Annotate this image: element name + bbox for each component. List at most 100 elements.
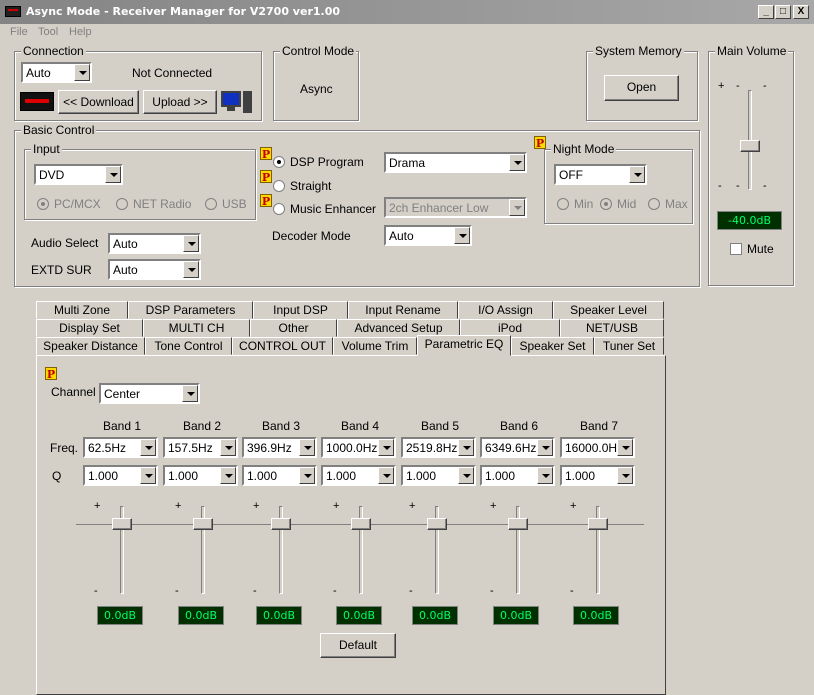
extd-sur-label: EXTD SUR — [31, 263, 92, 277]
band-q-select[interactable]: 1.000 — [163, 465, 238, 486]
band-gain-thumb[interactable] — [351, 518, 371, 530]
chevron-down-icon — [509, 199, 525, 216]
audio-select-label: Audio Select — [31, 236, 99, 250]
band-q-select[interactable]: 1.000 — [242, 465, 317, 486]
night-mode-group: Night Mode — [544, 142, 693, 224]
band-header: Band 3 — [262, 419, 301, 433]
band-freq-select[interactable]: 2519.8Hz — [401, 437, 476, 458]
night-mode-value: OFF — [559, 168, 583, 182]
chevron-down-icon — [454, 227, 470, 244]
tab-other[interactable]: Other — [250, 319, 337, 337]
band-q-select[interactable]: 1.000 — [560, 465, 635, 486]
tab-input-rename[interactable]: Input Rename — [348, 301, 458, 319]
dsp-program-value: Drama — [389, 156, 426, 170]
tab-tone-control[interactable]: Tone Control — [145, 337, 232, 355]
tab-speaker-distance[interactable]: Speaker Distance — [36, 337, 145, 355]
band-freq-select[interactable]: 16000.0Hz — [560, 437, 635, 458]
band-plus-label: + — [175, 500, 182, 512]
audio-select-select[interactable]: Auto — [108, 233, 201, 254]
band-plus-label: + — [490, 500, 497, 512]
tab-multi-ch[interactable]: MULTI CH — [143, 319, 250, 337]
chevron-down-icon — [617, 439, 633, 456]
band-gain-thumb[interactable] — [112, 518, 132, 530]
band-q-value: 1.000 — [88, 469, 119, 483]
chevron-down-icon — [617, 467, 633, 484]
band-freq-select[interactable]: 1000.0Hz — [321, 437, 396, 458]
dsp-program-select[interactable]: Drama — [384, 152, 527, 173]
band-q-select[interactable]: 1.000 — [83, 465, 158, 486]
input-value: DVD — [39, 168, 65, 182]
decoder-mode-select[interactable]: Auto — [384, 225, 472, 246]
channel-select[interactable]: Center — [99, 383, 200, 404]
band-gain-thumb[interactable] — [271, 518, 291, 530]
chevron-down-icon — [74, 64, 90, 81]
mute-checkbox[interactable] — [730, 243, 742, 255]
chevron-down-icon — [220, 439, 236, 456]
tab-speaker-set[interactable]: Speaker Set — [511, 337, 594, 355]
p-badge-icon: P — [45, 367, 57, 381]
maximize-button[interactable]: □ — [775, 5, 791, 19]
band-q-select[interactable]: 1.000 — [321, 465, 396, 486]
chevron-down-icon — [183, 261, 199, 278]
download-button[interactable]: << Download — [58, 90, 139, 114]
tab-speaker-level[interactable]: Speaker Level — [553, 301, 664, 319]
menu-bar: File Tool Help — [0, 24, 814, 42]
tab-parametric-eq[interactable]: Parametric EQ — [417, 335, 511, 356]
music-enhancer-select[interactable]: 2ch Enhancer Low — [384, 197, 527, 218]
connection-status: Not Connected — [132, 66, 213, 80]
menu-file[interactable]: File — [10, 26, 28, 38]
chevron-down-icon — [220, 467, 236, 484]
band-q-select[interactable]: 1.000 — [401, 465, 476, 486]
band-minus-label: - — [409, 585, 413, 597]
band-freq-select[interactable]: 62.5Hz — [83, 437, 158, 458]
chevron-down-icon — [509, 154, 525, 171]
band-freq-select[interactable]: 6349.6Hz — [480, 437, 555, 458]
input-select[interactable]: DVD — [34, 164, 123, 185]
band-q-select[interactable]: 1.000 — [480, 465, 555, 486]
band-freq-select[interactable]: 157.5Hz — [163, 437, 238, 458]
upload-button[interactable]: Upload >> — [143, 90, 217, 114]
chevron-down-icon — [299, 439, 315, 456]
freq-label: Freq. — [50, 441, 79, 455]
band-gain-display: 0.0dB — [178, 606, 224, 625]
control-mode-value: Async — [300, 82, 333, 96]
tab-control-out[interactable]: CONTROL OUT — [232, 337, 333, 355]
music-enhancer-value: 2ch Enhancer Low — [389, 201, 489, 215]
window-title: Async Mode - Receiver Manager for V2700 … — [26, 5, 341, 18]
connection-legend: Connection — [21, 44, 86, 58]
connection-port-select[interactable]: Auto — [21, 62, 92, 83]
volume-plus-label: + — [718, 80, 725, 92]
minimize-button[interactable]: _ — [758, 5, 774, 19]
p-badge-icon: P — [534, 136, 546, 150]
band-gain-thumb[interactable] — [508, 518, 528, 530]
mute-label: Mute — [747, 242, 774, 256]
tab-volume-trim[interactable]: Volume Trim — [333, 337, 417, 355]
band-gain-thumb[interactable] — [193, 518, 213, 530]
tab-tuner-set[interactable]: Tuner Set — [594, 337, 664, 355]
tab-io-assign[interactable]: I/O Assign — [458, 301, 553, 319]
tab-net-usb[interactable]: NET/USB — [560, 319, 664, 337]
night-mode-select[interactable]: OFF — [554, 164, 647, 185]
extd-sur-select[interactable]: Auto — [108, 259, 201, 280]
default-button[interactable]: Default — [320, 633, 396, 658]
chevron-down-icon — [105, 166, 121, 183]
band-gain-thumb[interactable] — [427, 518, 447, 530]
tab-dsp-parameters[interactable]: DSP Parameters — [128, 301, 253, 319]
band-gain-thumb[interactable] — [588, 518, 608, 530]
band-freq-select[interactable]: 396.9Hz — [242, 437, 317, 458]
band-q-value: 1.000 — [247, 469, 278, 483]
menu-help[interactable]: Help — [69, 26, 92, 38]
decoder-mode-value: Auto — [389, 229, 414, 243]
tab-multi-zone[interactable]: Multi Zone — [36, 301, 128, 319]
tab-input-dsp[interactable]: Input DSP — [253, 301, 348, 319]
tab-display-set[interactable]: Display Set — [36, 319, 143, 337]
close-button[interactable]: X — [793, 5, 809, 19]
open-button[interactable]: Open — [604, 75, 679, 101]
menu-tool[interactable]: Tool — [38, 26, 58, 38]
chevron-down-icon — [378, 439, 394, 456]
main-volume-thumb[interactable] — [740, 140, 760, 152]
band-freq-value: 396.9Hz — [247, 441, 292, 455]
chevron-down-icon — [378, 467, 394, 484]
decoder-mode-label: Decoder Mode — [272, 229, 351, 243]
band-gain-display: 0.0dB — [97, 606, 143, 625]
